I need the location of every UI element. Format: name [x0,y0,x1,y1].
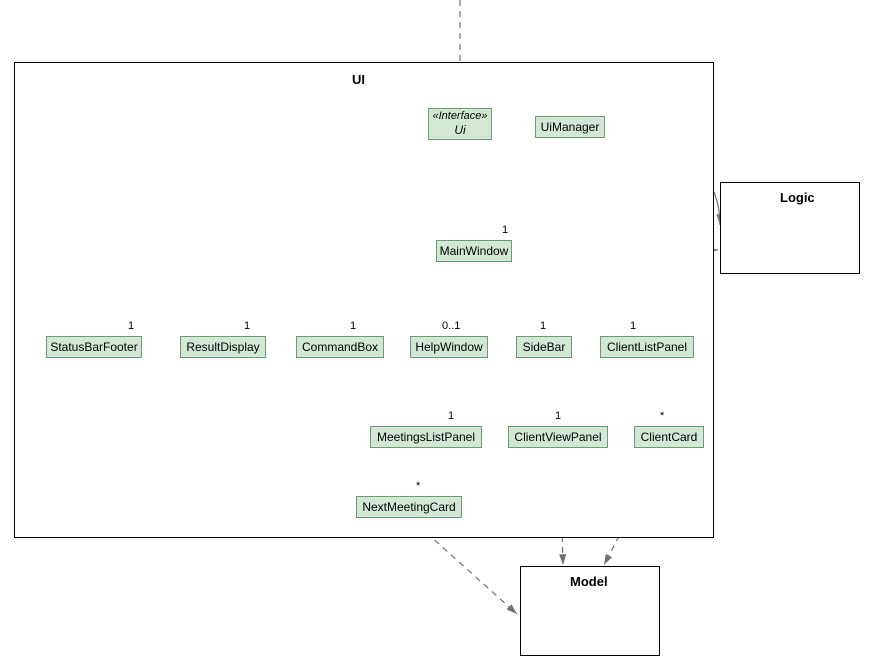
mult-meetingslistpanel: 1 [448,410,454,422]
node-sidebar: SideBar [516,336,572,358]
sidebar-name: SideBar [523,340,566,354]
clientlistpanel-name: ClientListPanel [607,340,687,354]
mult-sidebar: 1 [540,320,546,332]
nextmeetingcard-name: NextMeetingCard [362,500,455,514]
helpwindow-name: HelpWindow [415,340,482,354]
mult-resultdisplay: 1 [244,320,250,332]
mult-clientcard: * [660,410,664,422]
mult-clientlistpanel: 1 [630,320,636,332]
mult-helpwindow: 0..1 [442,320,460,332]
package-logic-label: Logic [780,190,815,205]
node-meetingslistpanel: MeetingsListPanel [370,426,482,448]
commandbox-name: CommandBox [302,340,378,354]
node-uimanager: UiManager [535,116,605,138]
statusbarfooter-name: StatusBarFooter [50,340,137,354]
uimanager-name: UiManager [541,120,600,134]
mult-clientviewpanel: 1 [555,410,561,422]
clientcard-name: ClientCard [641,430,698,444]
node-nextmeetingcard: NextMeetingCard [356,496,462,518]
node-statusbarfooter: StatusBarFooter [46,336,142,358]
node-mainwindow: MainWindow [436,240,512,262]
package-ui-label: UI [352,72,365,87]
node-clientlistpanel: ClientListPanel [600,336,694,358]
node-ui-interface: «Interface» Ui [428,108,492,140]
mult-commandbox: 1 [350,320,356,332]
node-resultdisplay: ResultDisplay [180,336,266,358]
package-model-label: Model [570,574,608,589]
package-ui [14,62,714,538]
clientviewpanel-name: ClientViewPanel [514,430,601,444]
mult-statusbarfooter: 1 [128,320,134,332]
ui-interface-stereo: «Interface» [432,110,487,123]
node-clientviewpanel: ClientViewPanel [508,426,608,448]
meetingslistpanel-name: MeetingsListPanel [377,430,475,444]
node-clientcard: ClientCard [634,426,704,448]
ui-interface-name: Ui [454,123,465,137]
resultdisplay-name: ResultDisplay [186,340,259,354]
mainwindow-name: MainWindow [440,244,509,258]
mult-mainwindow: 1 [502,224,508,236]
mult-nextmeetingcard: * [416,480,420,492]
node-commandbox: CommandBox [296,336,384,358]
node-helpwindow: HelpWindow [410,336,488,358]
